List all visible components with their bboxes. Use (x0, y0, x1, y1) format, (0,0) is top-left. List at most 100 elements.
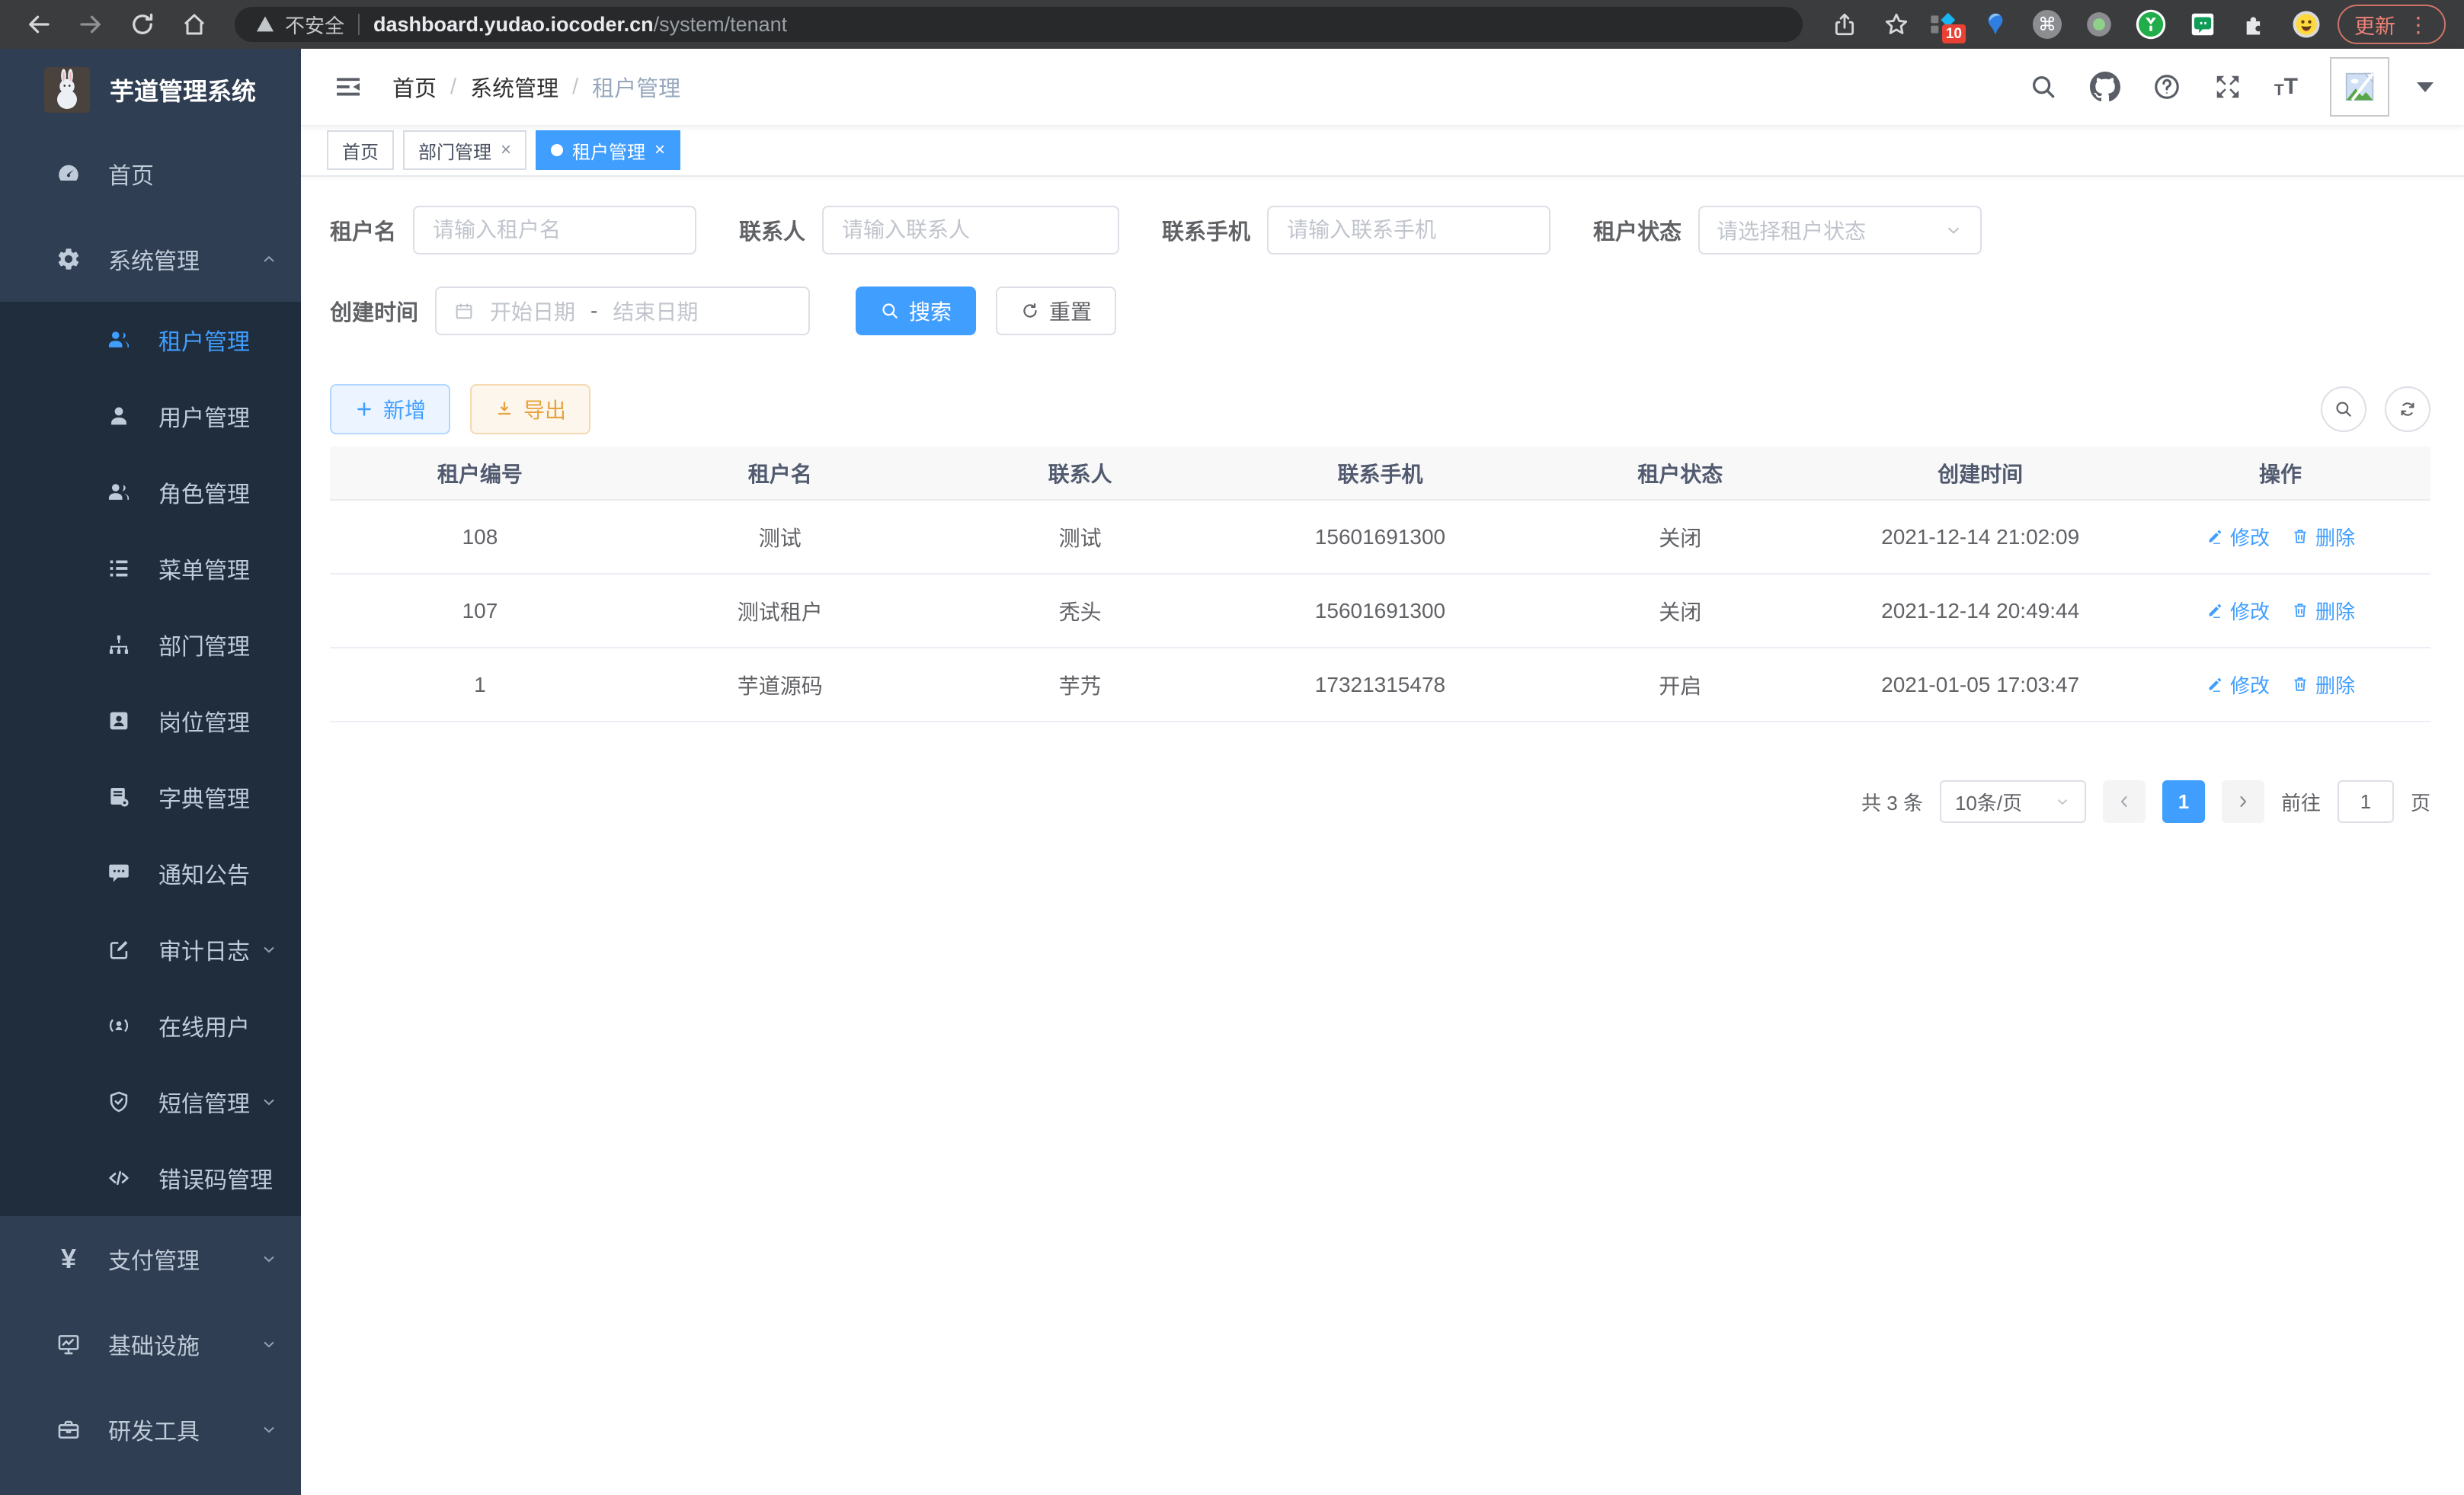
font-size-icon[interactable]: TT (2274, 75, 2298, 98)
sidebar-item-infra[interactable]: 基础设施 (0, 1301, 301, 1387)
export-button[interactable]: 导出 (470, 384, 590, 434)
sidebar-item-home[interactable]: 首页 (0, 131, 301, 216)
extension-record-icon[interactable] (2083, 8, 2115, 40)
browser-menu-dots-icon[interactable]: ⋮ (2408, 12, 2429, 37)
edit-link[interactable]: 修改 (2206, 597, 2270, 625)
sidebar-item-role[interactable]: 角色管理 (0, 454, 301, 530)
add-button[interactable]: 新增 (330, 384, 450, 434)
delete-link[interactable]: 删除 (2291, 523, 2355, 551)
next-page-button[interactable] (2222, 780, 2264, 823)
sidebar-item-post[interactable]: 岗位管理 (0, 683, 301, 759)
fullscreen-icon[interactable] (2213, 72, 2242, 101)
cell-mobile: 15601691300 (1230, 574, 1531, 648)
extension-chat-icon[interactable] (2187, 8, 2219, 40)
tenant-users-icon (105, 326, 133, 354)
prev-page-button[interactable] (2103, 780, 2146, 823)
sidebar-item-menu[interactable]: 菜单管理 (0, 530, 301, 607)
home-icon[interactable] (174, 4, 215, 45)
sidebar-item-audit-log[interactable]: 审计日志 (0, 911, 301, 988)
status-placeholder: 请选择租户状态 (1717, 215, 1866, 245)
refresh-table-button[interactable] (2385, 386, 2430, 432)
security-label: 不安全 (285, 11, 344, 39)
tenant-name-input[interactable] (413, 206, 696, 255)
sidebar-item-system[interactable]: 系统管理 (0, 216, 301, 302)
tag-tenant[interactable]: 租户管理 × (536, 130, 680, 170)
share-icon[interactable] (1824, 4, 1865, 45)
sidebar-item-online-user[interactable]: 在线用户 (0, 988, 301, 1064)
github-icon[interactable] (2090, 72, 2120, 102)
back-icon[interactable] (18, 4, 59, 45)
extension-balloon-icon[interactable] (1979, 8, 2011, 40)
puzzle-glyph (2240, 10, 2269, 39)
contact-input[interactable] (822, 206, 1119, 255)
tag-home[interactable]: 首页 (327, 130, 394, 170)
help-icon[interactable] (2152, 72, 2181, 101)
ssl-warning[interactable]: 不安全 (254, 11, 344, 39)
reload-icon[interactable] (122, 4, 163, 45)
reload-glyph (129, 11, 156, 38)
tenant-table: 租户编号 租户名 联系人 联系手机 租户状态 创建时间 操作 108 测试 测试 (330, 447, 2430, 722)
delete-link[interactable]: 删除 (2291, 671, 2355, 699)
search-button[interactable]: 搜索 (856, 287, 976, 335)
url-bar[interactable]: 不安全 dashboard.yudao.iocoder.cn/system/te… (235, 7, 1803, 42)
sidebar-item-label: 错误码管理 (158, 1161, 273, 1195)
status-select[interactable]: 请选择租户状态 (1698, 206, 1982, 255)
show-search-button[interactable] (2321, 386, 2366, 432)
reset-button[interactable]: 重置 (996, 287, 1116, 335)
date-range-picker[interactable]: 开始日期 - 结束日期 (435, 287, 810, 335)
active-dot (551, 144, 563, 156)
sidebar-item-tenant[interactable]: 租户管理 (0, 302, 301, 378)
extensions-puzzle-icon[interactable] (2238, 8, 2270, 40)
edit-link[interactable]: 修改 (2206, 523, 2270, 551)
cell-mobile: 15601691300 (1230, 500, 1531, 574)
chevron-down-icon (260, 1335, 278, 1353)
breadcrumb-system[interactable]: 系统管理 (470, 71, 558, 103)
chevron-down-icon (260, 1093, 278, 1111)
sidebar-item-devtools[interactable]: 研发工具 (0, 1387, 301, 1472)
extension-emoji-icon[interactable] (2290, 8, 2322, 40)
sidebar-item-user[interactable]: 用户管理 (0, 378, 301, 454)
edit-link[interactable]: 修改 (2206, 671, 2270, 699)
sidebar-item-notice[interactable]: 通知公告 (0, 835, 301, 911)
cell-status: 关闭 (1530, 574, 1830, 648)
extension-command-icon[interactable]: ⌘ (2031, 8, 2063, 40)
breadcrumb: 首页 / 系统管理 / 租户管理 (392, 71, 680, 103)
sidebar-item-label: 通知公告 (158, 856, 250, 890)
bookmark-star-icon[interactable] (1876, 4, 1917, 45)
close-icon[interactable]: × (654, 141, 665, 159)
logo-row[interactable]: 芋道管理系统 (0, 49, 301, 131)
sidebar-item-sms[interactable]: 短信管理 (0, 1064, 301, 1140)
app-title: 芋道管理系统 (110, 72, 256, 107)
avatar[interactable] (2330, 57, 2389, 117)
forward-icon[interactable] (70, 4, 111, 45)
sidebar-item-label: 菜单管理 (158, 552, 250, 585)
search-icon[interactable] (2029, 72, 2058, 101)
page-size-select[interactable]: 10条/页 (1940, 780, 2086, 823)
goto-page-input[interactable] (2338, 780, 2394, 823)
sidebar-item-label: 部门管理 (158, 628, 250, 661)
sidebar-item-dict[interactable]: 字典管理 (0, 759, 301, 835)
y-logo-glyph (2135, 8, 2167, 40)
close-icon[interactable]: × (501, 141, 511, 159)
avatar-caret-icon[interactable] (2417, 82, 2434, 92)
sidebar-item-pay[interactable]: ¥ 支付管理 (0, 1216, 301, 1301)
cell-tenant-id: 1 (330, 648, 630, 722)
extension-y-logo-icon[interactable] (2135, 8, 2167, 40)
pay-yen-icon: ¥ (55, 1245, 82, 1273)
breadcrumb-home[interactable]: 首页 (392, 71, 437, 103)
sidebar-item-errcode[interactable]: 错误码管理 (0, 1140, 301, 1216)
delete-link[interactable]: 删除 (2291, 597, 2355, 625)
tag-dept[interactable]: 部门管理 × (403, 130, 526, 170)
status-label: 租户状态 (1593, 214, 1682, 246)
url-path: /system/tenant (654, 13, 788, 36)
sidebar-item-label: 用户管理 (158, 399, 250, 433)
sidebar-item-dept[interactable]: 部门管理 (0, 607, 301, 683)
back-arrow-glyph (25, 11, 53, 38)
tag-label: 部门管理 (418, 137, 491, 164)
mobile-input[interactable] (1267, 206, 1550, 255)
hamburger-icon[interactable] (327, 72, 370, 102)
page-number-current[interactable]: 1 (2162, 780, 2205, 823)
sidebar-item-label: 审计日志 (158, 933, 250, 966)
update-button[interactable]: 更新 ⋮ (2338, 5, 2446, 44)
extension-diamond-icon[interactable]: 10 (1928, 8, 1960, 40)
